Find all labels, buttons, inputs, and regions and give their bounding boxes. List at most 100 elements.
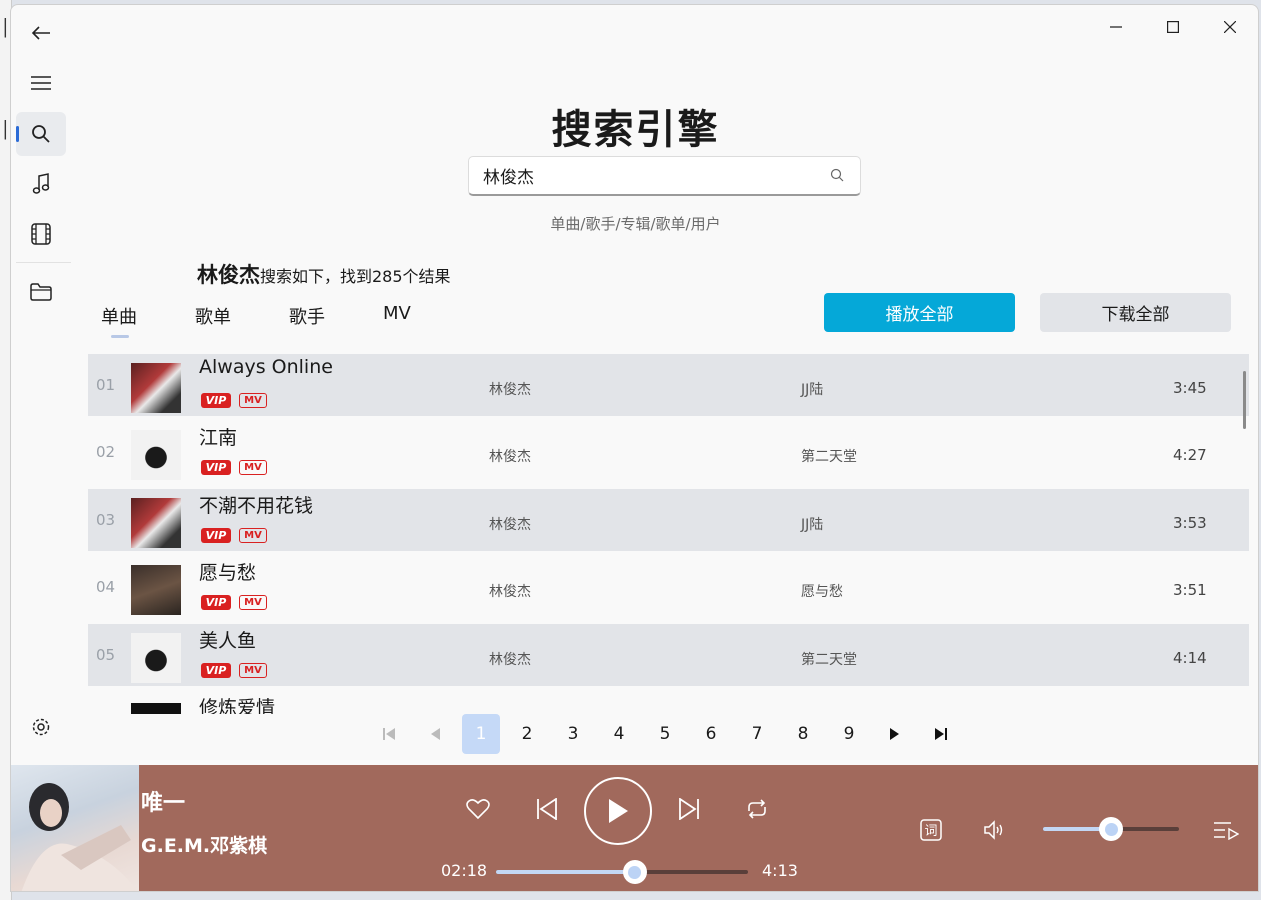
volume-handle[interactable]	[1099, 817, 1123, 841]
vip-badge: VIP	[201, 460, 231, 475]
page-5[interactable]: 5	[642, 714, 688, 754]
next-button[interactable]	[675, 795, 703, 823]
sidebar-item-music[interactable]	[16, 162, 66, 206]
song-artist[interactable]: 林俊杰	[489, 514, 531, 534]
playlist-icon	[1214, 822, 1239, 840]
page-6[interactable]: 6	[688, 714, 734, 754]
total-time: 4:13	[762, 861, 798, 880]
menu-icon	[31, 76, 51, 90]
song-number: 05	[96, 646, 116, 664]
back-arrow-icon	[31, 26, 50, 40]
now-playing-cover[interactable]	[11, 765, 139, 891]
album-cover	[131, 498, 181, 548]
mv-badge[interactable]: MV	[239, 393, 267, 408]
repeat-button[interactable]	[743, 795, 771, 823]
song-duration: 3:45	[1173, 379, 1207, 397]
result-tabs: 单曲 歌单 歌手 MV	[89, 303, 465, 339]
song-row[interactable]: 01 Always Online VIP MV 林俊杰 JJ陆 3:45	[88, 354, 1249, 416]
app-window: 搜索引擎 单曲/歌手/专辑/歌单/用户 林俊杰 搜索如下，找到285个结果 单曲 …	[10, 4, 1259, 892]
lyrics-icon: 词	[920, 819, 942, 841]
cover-art-image	[21, 783, 138, 891]
song-number: 02	[96, 443, 116, 461]
settings-button[interactable]	[16, 705, 66, 749]
maximize-icon	[1166, 21, 1179, 33]
search-box[interactable]	[468, 156, 861, 196]
song-artist[interactable]: 林俊杰	[489, 581, 531, 601]
last-page-button[interactable]	[918, 714, 964, 754]
song-row[interactable]: 03 不潮不用花钱 VIP MV 林俊杰 JJ陆 3:53	[88, 489, 1249, 551]
search-hint: 单曲/歌手/专辑/歌单/用户	[550, 215, 721, 233]
song-artist[interactable]: 林俊杰	[489, 379, 531, 399]
now-playing-artist[interactable]: G.E.M.邓紫棋	[141, 831, 267, 858]
song-artist[interactable]: 林俊杰	[489, 446, 531, 466]
close-button[interactable]	[1201, 11, 1258, 43]
minimize-button[interactable]	[1087, 11, 1144, 43]
song-number: 04	[96, 578, 116, 596]
search-icon[interactable]	[830, 168, 846, 184]
back-button[interactable]	[16, 11, 66, 55]
song-title: 修炼爱情	[199, 697, 276, 714]
search-input[interactable]	[483, 165, 830, 186]
progress-handle[interactable]	[622, 860, 647, 884]
play-icon	[609, 799, 628, 823]
song-album[interactable]: 第二天堂	[801, 649, 857, 669]
song-row[interactable]: 修炼爱情	[88, 691, 1249, 714]
now-playing-title[interactable]: 唯一	[141, 785, 185, 817]
result-count-text: 搜索如下，找到285个结果	[260, 267, 451, 286]
tab-mv[interactable]: MV	[371, 303, 465, 339]
song-album[interactable]: JJ陆	[801, 379, 823, 399]
song-row[interactable]: 05 美人鱼 VIP MV 林俊杰 第二天堂 4:14	[88, 624, 1249, 686]
next-page-icon	[890, 728, 899, 740]
song-title: 美人鱼	[199, 630, 257, 652]
page-3[interactable]: 3	[550, 714, 596, 754]
song-artist[interactable]: 林俊杰	[489, 649, 531, 669]
album-cover	[131, 363, 181, 413]
volume-button[interactable]	[981, 817, 1009, 843]
song-row[interactable]: 02 江南 VIP MV 林俊杰 第二天堂 4:27	[88, 421, 1249, 483]
play-pause-button[interactable]	[584, 777, 652, 845]
mv-badge[interactable]: MV	[239, 663, 267, 678]
first-page-button[interactable]	[366, 714, 412, 754]
tab-playlists[interactable]: 歌单	[183, 303, 277, 339]
page-title: 搜索引擎	[551, 107, 720, 153]
song-duration: 3:51	[1173, 581, 1207, 599]
prev-page-button[interactable]	[412, 714, 458, 754]
song-badges: VIP MV	[201, 528, 267, 543]
mv-badge[interactable]: MV	[239, 595, 267, 610]
tab-songs[interactable]: 单曲	[89, 303, 183, 339]
song-badges: VIP MV	[201, 460, 267, 475]
song-album[interactable]: 愿与愁	[801, 581, 843, 601]
page-4[interactable]: 4	[596, 714, 642, 754]
page-7[interactable]: 7	[734, 714, 780, 754]
page-9[interactable]: 9	[826, 714, 872, 754]
close-icon	[1223, 21, 1236, 33]
maximize-button[interactable]	[1144, 11, 1201, 43]
album-cover	[131, 565, 181, 615]
heart-icon	[466, 799, 490, 820]
previous-button[interactable]	[533, 795, 561, 823]
sidebar-item-local[interactable]	[16, 270, 66, 314]
play-all-button[interactable]: 播放全部	[824, 293, 1015, 332]
tab-artists[interactable]: 歌手	[277, 303, 371, 339]
song-title: 愿与愁	[199, 562, 257, 584]
settings-icon	[32, 718, 50, 736]
song-row[interactable]: 04 愿与愁 VIP MV 林俊杰 愿与愁 3:51	[88, 556, 1249, 618]
page-1[interactable]: 1	[462, 714, 500, 754]
mv-badge[interactable]: MV	[239, 460, 267, 475]
song-album[interactable]: JJ陆	[801, 514, 823, 534]
album-cover	[131, 633, 181, 683]
page-2[interactable]: 2	[504, 714, 550, 754]
prev-page-icon	[431, 728, 440, 740]
lyrics-button[interactable]: 词	[917, 817, 945, 843]
mv-badge[interactable]: MV	[239, 528, 267, 543]
song-album[interactable]: 第二天堂	[801, 446, 857, 466]
download-all-button[interactable]: 下载全部	[1040, 293, 1231, 332]
list-scrollbar[interactable]	[1243, 371, 1246, 429]
page-8[interactable]: 8	[780, 714, 826, 754]
sidebar-divider	[16, 262, 71, 263]
song-title: 不潮不用花钱	[199, 495, 314, 517]
next-page-button[interactable]	[872, 714, 918, 754]
like-button[interactable]	[464, 795, 492, 823]
song-title: 江南	[199, 427, 238, 449]
playlist-button[interactable]	[1211, 817, 1241, 843]
